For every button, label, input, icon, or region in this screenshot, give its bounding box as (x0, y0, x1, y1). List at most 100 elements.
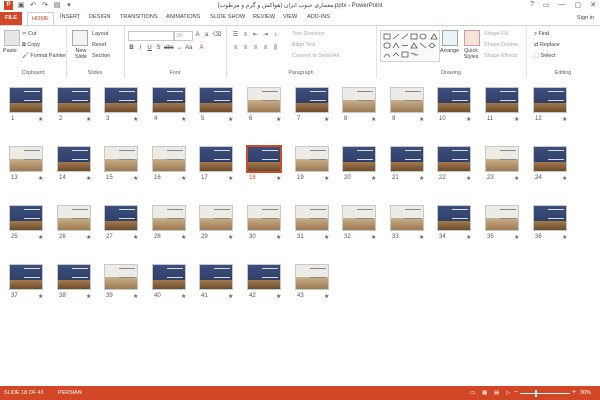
clear-format-icon[interactable]: ⌫ (213, 32, 221, 39)
animation-star-icon[interactable]: ★ (324, 116, 329, 123)
slide-thumbnail[interactable] (296, 88, 328, 112)
section-button[interactable]: Section (92, 53, 110, 59)
slide-thumbnail[interactable] (391, 88, 423, 112)
cut-button[interactable]: ✂ Cut (22, 31, 36, 37)
animation-star-icon[interactable]: ★ (133, 116, 138, 123)
animation-star-icon[interactable]: ★ (324, 234, 329, 241)
animation-star-icon[interactable]: ★ (371, 234, 376, 241)
tab-insert[interactable]: INSERT (60, 14, 80, 20)
animation-star-icon[interactable]: ★ (86, 234, 91, 241)
slide-thumbnail[interactable] (248, 265, 280, 289)
animation-star-icon[interactable]: ★ (371, 175, 376, 182)
animation-star-icon[interactable]: ★ (276, 293, 281, 300)
animation-star-icon[interactable]: ★ (38, 293, 43, 300)
arrange-icon[interactable] (442, 30, 458, 46)
italic-icon[interactable]: I (137, 45, 144, 52)
slide-thumbnail[interactable] (105, 206, 137, 230)
tab-transitions[interactable]: TRANSITIONS (120, 14, 158, 20)
align-center-icon[interactable]: ≡ (242, 45, 249, 52)
animation-star-icon[interactable]: ★ (86, 116, 91, 123)
copy-button[interactable]: ⧉ Copy (22, 42, 40, 49)
ribbon-display-button[interactable]: ▭ (543, 1, 550, 9)
slide-thumbnail[interactable] (153, 88, 185, 112)
slide-thumbnail[interactable] (200, 88, 232, 112)
animation-star-icon[interactable]: ★ (38, 116, 43, 123)
shape-effects-button[interactable]: Shape Effects (484, 53, 517, 59)
slide-thumbnail[interactable] (534, 147, 566, 171)
grow-font-icon[interactable]: A (194, 32, 201, 39)
animation-star-icon[interactable]: ★ (86, 175, 91, 182)
slide-thumbnail[interactable] (153, 147, 185, 171)
slide-thumbnail[interactable] (58, 147, 90, 171)
animation-star-icon[interactable]: ★ (419, 234, 424, 241)
slide-thumbnail[interactable] (10, 88, 42, 112)
change-case-icon[interactable]: Aa (185, 45, 192, 52)
animation-star-icon[interactable]: ★ (466, 175, 471, 182)
animation-star-icon[interactable]: ★ (419, 175, 424, 182)
new-slide-icon[interactable] (72, 30, 88, 46)
tab-view[interactable]: VIEW (283, 14, 297, 20)
slide-thumbnail[interactable] (391, 206, 423, 230)
slide-thumbnail[interactable] (200, 265, 232, 289)
animation-star-icon[interactable]: ★ (133, 175, 138, 182)
bullets-icon[interactable]: ☰ (232, 32, 239, 39)
slide-thumbnail[interactable] (10, 206, 42, 230)
slide-thumbnail[interactable] (248, 206, 280, 230)
slide-thumbnail[interactable] (10, 265, 42, 289)
animation-star-icon[interactable]: ★ (466, 234, 471, 241)
maximize-button[interactable]: ▢ (575, 1, 582, 9)
format-painter-button[interactable]: 🖌 Format Painter (22, 53, 66, 59)
columns-icon[interactable]: ⫼ (272, 45, 279, 52)
animation-star-icon[interactable]: ★ (38, 234, 43, 241)
slideshow-view-icon[interactable]: ▷ (506, 390, 510, 396)
slide-thumbnail[interactable] (486, 206, 518, 230)
slide-thumbnail[interactable] (248, 147, 280, 171)
quick-styles-button[interactable]: Quick Styles (462, 48, 480, 60)
tab-design[interactable]: DESIGN (89, 14, 110, 20)
animation-star-icon[interactable]: ★ (514, 234, 519, 241)
justify-icon[interactable]: ≡ (262, 45, 269, 52)
animation-star-icon[interactable]: ★ (562, 116, 567, 123)
animation-star-icon[interactable]: ★ (276, 175, 281, 182)
slide-thumbnail[interactable] (438, 147, 470, 171)
slide-thumbnail[interactable] (58, 206, 90, 230)
slide-thumbnail[interactable] (343, 88, 375, 112)
quick-styles-icon[interactable] (464, 30, 480, 46)
animation-star-icon[interactable]: ★ (276, 234, 281, 241)
animation-star-icon[interactable]: ★ (514, 116, 519, 123)
font-size-combo[interactable]: 28 (174, 31, 193, 41)
zoom-slider-thumb[interactable] (535, 390, 537, 397)
minimize-button[interactable]: — (559, 1, 566, 9)
text-direction-button[interactable]: Text Direction (292, 31, 325, 37)
animation-star-icon[interactable]: ★ (514, 175, 519, 182)
underline-icon[interactable]: U (146, 45, 153, 52)
animation-star-icon[interactable]: ★ (466, 116, 471, 123)
slide-thumbnail[interactable] (486, 147, 518, 171)
animation-star-icon[interactable]: ★ (562, 175, 567, 182)
numbering-icon[interactable]: ≡ (242, 32, 249, 39)
zoom-in-button[interactable]: + (572, 389, 576, 396)
animation-star-icon[interactable]: ★ (371, 116, 376, 123)
slide-thumbnail[interactable] (10, 147, 42, 171)
language-indicator[interactable]: PERSIAN (58, 390, 82, 396)
animation-star-icon[interactable]: ★ (419, 116, 424, 123)
slide-thumbnail[interactable] (58, 265, 90, 289)
arrange-button[interactable]: Arrange (440, 48, 459, 54)
animation-star-icon[interactable]: ★ (324, 175, 329, 182)
slide-thumbnail[interactable] (391, 147, 423, 171)
slide-thumbnail[interactable] (343, 147, 375, 171)
slide-thumbnail[interactable] (200, 147, 232, 171)
decrease-indent-icon[interactable]: ⇤ (252, 32, 259, 39)
animation-star-icon[interactable]: ★ (38, 175, 43, 182)
find-button[interactable]: ⌕ Find (534, 31, 549, 38)
zoom-out-button[interactable]: − (514, 389, 518, 396)
slide-thumbnail[interactable] (296, 265, 328, 289)
tab-review[interactable]: REVIEW (253, 14, 275, 20)
shrink-font-icon[interactable]: a (203, 32, 210, 39)
convert-smartart-button[interactable]: Convert to SmartArt (292, 53, 340, 59)
shapes-gallery[interactable] (380, 30, 440, 62)
slide-thumbnail[interactable] (153, 206, 185, 230)
select-button[interactable]: ⬚ Select (534, 53, 556, 59)
line-spacing-icon[interactable]: ↕ (272, 32, 279, 39)
tab-slide-show[interactable]: SLIDE SHOW (210, 14, 245, 20)
